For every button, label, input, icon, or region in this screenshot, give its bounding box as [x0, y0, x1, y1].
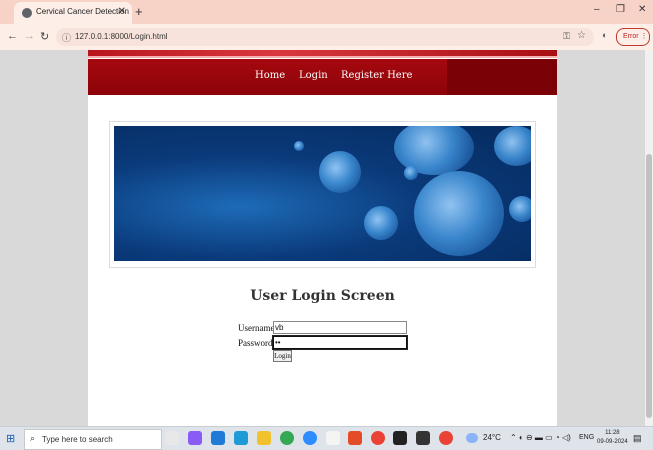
tab-title: Cervical Cancer Detection: [36, 7, 129, 16]
copilot-icon[interactable]: [188, 431, 202, 445]
taskbar-search[interactable]: ⌕ Type here to search: [24, 429, 162, 450]
globe-icon: [22, 8, 32, 18]
nav-home-link[interactable]: Home: [255, 70, 285, 81]
username-input[interactable]: vb: [273, 321, 407, 334]
nav-bar: Home Login Register Here: [88, 59, 557, 95]
username-label: Username: [238, 323, 275, 333]
nav-register-link[interactable]: Register Here: [341, 70, 412, 81]
url-text: 127.0.0.1:8000/Login.html: [75, 32, 168, 41]
bookmark-star-icon[interactable]: ☆: [577, 30, 586, 41]
minimize-icon[interactable]: –: [594, 4, 600, 15]
clock-date: 09-09-2024: [597, 439, 628, 445]
clock-time: 11:28: [605, 430, 620, 436]
browser-tab-bar: Cervical Cancer Detection ✕ + – ❐ ✕: [0, 0, 653, 24]
restore-icon[interactable]: ❐: [616, 4, 625, 15]
close-window-icon[interactable]: ✕: [638, 4, 646, 15]
close-tab-icon[interactable]: ✕: [118, 6, 126, 17]
weather-icon[interactable]: [466, 433, 478, 443]
cmd-icon[interactable]: [416, 431, 430, 445]
chrome-profile-icon[interactable]: [371, 431, 385, 445]
windows-start-icon[interactable]: ⊞: [6, 432, 15, 445]
address-toolbar: ← → ↻ ⓘ 127.0.0.1:8000/Login.html ⚿ ☆: [0, 24, 653, 50]
edge-icon[interactable]: [234, 431, 248, 445]
page-viewport: Home Login Register Here User Login Scre…: [0, 50, 645, 426]
notifications-icon[interactable]: ▤: [633, 433, 642, 444]
password-label: Password: [238, 338, 273, 348]
header-strip: [88, 50, 557, 58]
search-icon: ⌕: [30, 433, 36, 443]
brave-icon[interactable]: [348, 431, 362, 445]
language-indicator[interactable]: ENG: [579, 434, 594, 441]
password-input[interactable]: ••: [273, 336, 407, 349]
page-content: Home Login Register Here User Login Scre…: [88, 50, 557, 426]
cancer-cells-image: [114, 126, 531, 261]
vertical-scrollbar[interactable]: [645, 50, 653, 426]
site-info-icon[interactable]: ⓘ: [62, 31, 71, 44]
terminal-icon[interactable]: [393, 431, 407, 445]
file-explorer-icon[interactable]: [257, 431, 271, 445]
chrome-active-icon[interactable]: [439, 431, 453, 445]
clock[interactable]: 11:28 09-09-2024: [597, 429, 628, 447]
zoom-icon[interactable]: [303, 431, 317, 445]
app-icon[interactable]: [326, 431, 340, 445]
forward-icon[interactable]: →: [24, 30, 35, 42]
error-label: Error: [623, 33, 639, 40]
taskbar: ⊞ ⌕ Type here to search 24°C ⌃ ◐ ⊖ ▬ ▭ ◔…: [0, 426, 653, 450]
error-button[interactable]: Error ⋮: [616, 28, 650, 46]
new-tab-icon[interactable]: +: [135, 4, 143, 19]
password-key-icon[interactable]: ⚿: [563, 31, 570, 42]
temperature: 24°C: [483, 433, 501, 442]
back-icon[interactable]: ←: [7, 30, 18, 42]
banner-frame: [109, 121, 536, 268]
page-title: User Login Screen: [250, 288, 395, 304]
nav-shade: [447, 59, 557, 95]
scrollbar-thumb[interactable]: [646, 154, 652, 418]
search-placeholder: Type here to search: [42, 435, 113, 444]
nav-login-link[interactable]: Login: [299, 70, 328, 81]
system-tray-icons[interactable]: ⌃ ◐ ⊖ ▬ ▭ ◔ ◁): [510, 433, 571, 442]
omnibox[interactable]: ⓘ 127.0.0.1:8000/Login.html ⚿ ☆: [56, 28, 594, 46]
browser-tab[interactable]: Cervical Cancer Detection ✕: [14, 2, 132, 24]
reload-icon[interactable]: ↻: [40, 30, 49, 43]
mail-icon[interactable]: [211, 431, 225, 445]
chrome-icon[interactable]: [280, 431, 294, 445]
task-view-icon[interactable]: [165, 431, 179, 445]
login-button[interactable]: Login: [273, 350, 292, 362]
extension-icon[interactable]: ◐: [602, 30, 607, 40]
